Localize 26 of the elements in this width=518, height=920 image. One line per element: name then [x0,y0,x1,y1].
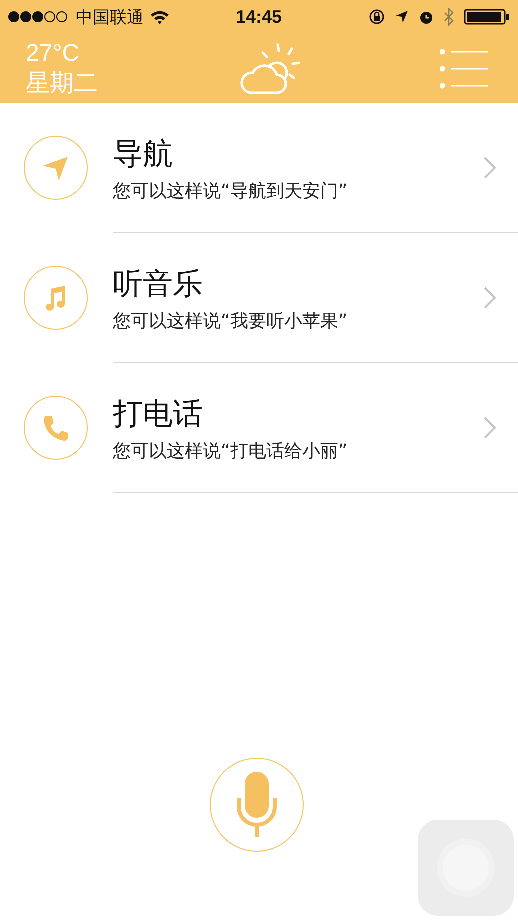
signal-strength-icon [8,11,70,23]
command-title: 导航 [113,136,174,174]
temperature: 27°C [26,40,81,68]
bluetooth-icon [444,8,454,26]
command-hint: 您可以这样说“导航到天安门” [113,180,349,203]
microphone-button[interactable] [210,758,304,852]
alarm-clock-icon [419,10,434,24]
weekday: 星期二 [26,68,98,98]
command-row[interactable]: 导航 您可以这样说“导航到天安门” [113,103,518,233]
command-row[interactable]: 听音乐 您可以这样说“我要听小苹果” [113,233,518,363]
battery-icon [464,9,510,25]
chevron-right-icon [484,156,496,178]
command-title: 打电话 [113,396,204,434]
rotation-lock-icon [369,9,386,25]
microphone-icon [236,771,278,839]
command-title: 听音乐 [113,266,204,304]
carrier-name: 中国联通 [76,6,144,28]
status-time: 14:45 [236,6,282,28]
command-hint: 您可以这样说“我要听小苹果” [113,310,349,333]
command-row[interactable]: 打电话 您可以这样说“打电话给小丽” [113,363,518,493]
menu-icon[interactable] [440,48,488,88]
command-hint: 您可以这样说“打电话给小丽” [113,440,349,463]
chevron-right-icon [484,416,496,438]
wifi-icon [150,10,170,24]
chevron-right-icon [484,286,496,308]
location-arrow-icon [395,10,410,24]
